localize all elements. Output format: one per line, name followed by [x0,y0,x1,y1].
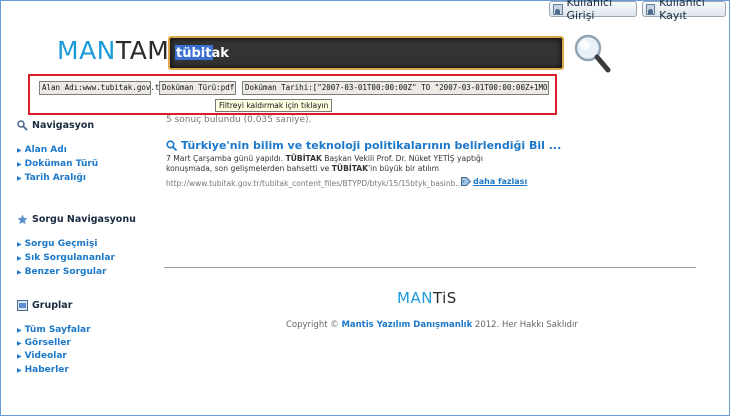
arrow-right-icon: ▶ [17,174,22,182]
sidebar-item-frequent-queries[interactable]: ▶ Sık Sorgulananlar [17,253,115,263]
sidebar-item-label: Tarih Aralığı [24,173,86,183]
sidebar-item-label: Doküman Türü [24,159,99,169]
arrow-right-icon: ▶ [17,366,22,374]
register-button[interactable]: Kullanıcı Kayıt [642,0,726,22]
snippet-text: 7 Mart Çarşamba günü yapıldı. [166,154,286,163]
filter-chip-doctype[interactable]: Doküman Türü:pdf [159,81,236,95]
footer-logo-part-tis: TiS [432,289,457,307]
sidebar-item-videos[interactable]: ▶ Videolar [17,351,67,361]
sidebar-heading-query-navigation: Sorgu Navigasyonu [17,214,136,225]
copyright-suffix: 2012. Her Hakkı Saklıdır [472,320,578,330]
more-link[interactable]: daha fazlası [461,177,527,186]
arrow-right-icon: ▶ [17,160,22,168]
logo-part-man: MAN [57,36,116,65]
search-box [168,36,564,70]
sidebar-heading-label: Navigasyon [32,120,95,131]
sidebar-item-news[interactable]: ▶ Haberler [17,365,69,375]
sidebar-item-label: Haberler [24,365,69,375]
search-result-icon [166,140,177,151]
tag-icon [461,177,471,186]
sidebar-item-label: Sık Sorgulananlar [24,253,115,263]
navigation-icon [17,120,28,131]
sidebar-heading-groups: Gruplar [17,300,72,311]
sidebar-item-label: Benzer Sorgular [24,267,107,277]
mantam-logo[interactable]: MANTAM [57,36,169,66]
arrow-right-icon: ▶ [17,339,22,347]
snippet-text: Başkan Vekili Prof. Dr. Nüket YETİŞ yapt… [321,154,483,163]
copyright: Copyright © Mantis Yazılım Danışmanlık 2… [286,320,578,330]
result-url: http://www.tubitak.gov.tr/tubitak_conten… [166,179,463,188]
snippet-highlight: TÜBİTAK [331,164,369,173]
result-title: Türkiye'nin bilim ve teknoloji politikal… [181,139,562,152]
user-icon [553,3,563,15]
company-link[interactable]: Mantis Yazılım Danışmanlık [341,320,472,330]
login-button[interactable]: Kullanıcı Girişi [549,0,637,22]
star-icon [17,214,28,225]
sidebar-item-label: Alan Adı [24,145,67,155]
result-title-link[interactable]: Türkiye'nin bilim ve teknoloji politikal… [166,139,561,152]
result-snippet: 7 Mart Çarşamba günü yapıldı. TÜBİTAK Ba… [166,154,511,174]
arrow-right-icon: ▶ [17,352,22,360]
filter-chip-domain[interactable]: Alan Adı:www.tubitak.gov.tr [39,81,164,95]
copyright-prefix: Copyright © [286,320,342,330]
sidebar-item-all-pages[interactable]: ▶ Tüm Sayfalar [17,325,91,335]
sidebar-item-query-history[interactable]: ▶ Sorgu Geçmişi [17,239,97,249]
user-add-icon [646,3,656,15]
more-link-label: daha fazlası [473,177,528,186]
sidebar-heading-label: Sorgu Navigasyonu [32,214,136,225]
arrow-right-icon: ▶ [17,146,22,154]
login-label: Kullanıcı Girişi [566,0,613,22]
sidebar-heading-navigation: Navigasyon [17,120,94,131]
arrow-right-icon: ▶ [17,326,22,334]
snippet-highlight: TÜBİTAK [285,154,322,163]
filter-tooltip: Filtreyi kaldırmak için tıklayın [215,99,333,112]
sidebar-item-doctype[interactable]: ▶ Doküman Türü [17,159,98,169]
sidebar-item-images[interactable]: ▶ Görseller [17,338,71,348]
search-input[interactable] [170,38,562,68]
footer-divider [164,267,696,268]
snippet-text: 'in büyük bir atılım [368,164,440,173]
arrow-right-icon: ▶ [17,240,22,248]
arrow-right-icon: ▶ [17,254,22,262]
sidebar-heading-label: Gruplar [32,300,73,311]
snippet-text: konuşmada, son gelişmelerden bahsetti ve [166,164,332,173]
register-label: Kullanıcı Kayıt [659,0,705,22]
sidebar-item-date-range[interactable]: ▶ Tarih Aralığı [17,173,86,183]
logo-part-tam: TAM [115,36,170,65]
arrow-right-icon: ▶ [17,268,22,276]
sidebar-item-label: Videolar [24,351,67,361]
sidebar-item-domain[interactable]: ▶ Alan Adı [17,145,67,155]
sidebar-item-label: Sorgu Geçmişi [24,239,98,249]
sidebar-item-label: Görseller [24,338,71,348]
filter-chip-date[interactable]: Doküman Tarihi:["2007-03-01T00:00:00Z" T… [242,81,549,95]
search-icon[interactable] [572,33,612,75]
sidebar-item-label: Tüm Sayfalar [24,325,91,335]
sidebar-item-similar-queries[interactable]: ▶ Benzer Sorgular [17,267,106,277]
mantis-logo: MANTiS [397,289,457,307]
groups-icon [17,300,28,311]
footer-logo-part-man: MAN [397,289,433,307]
result-count: 5 sonuç bulundu (0.035 saniye). [166,115,312,125]
